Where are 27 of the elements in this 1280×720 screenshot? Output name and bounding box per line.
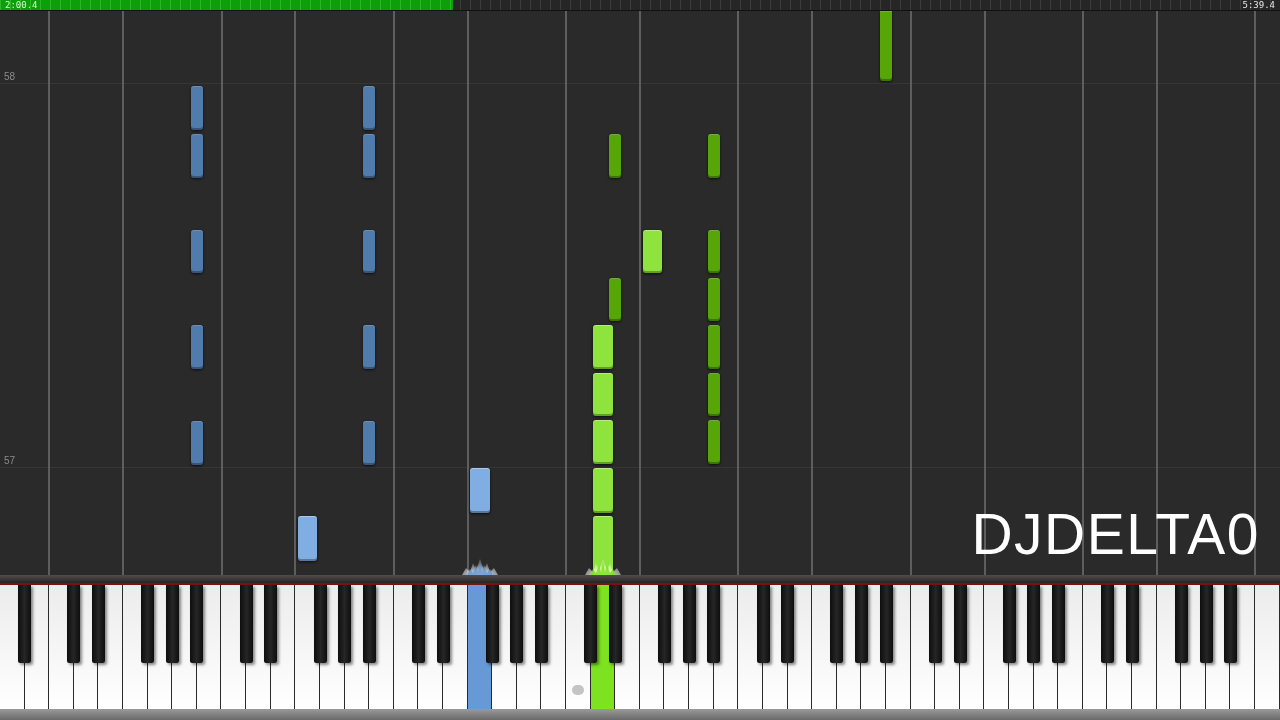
overlay-title: DJDELTA0 (971, 506, 1260, 563)
falling-note (707, 134, 720, 178)
falling-note (609, 134, 622, 178)
falling-note (190, 421, 203, 465)
falling-note (363, 325, 376, 369)
falling-note (707, 230, 720, 273)
falling-note (190, 86, 203, 130)
total-time: 5:39.4 (1242, 0, 1275, 10)
falling-note (707, 325, 720, 369)
falling-note (190, 134, 203, 178)
falling-note (190, 325, 203, 369)
falling-note (707, 373, 720, 416)
falling-note (363, 421, 376, 465)
falling-note (707, 420, 720, 464)
spark-icon (585, 559, 622, 575)
falling-note (880, 11, 893, 81)
progress-track[interactable]: 2:00.4 5:39.4 (0, 0, 1280, 11)
measure-number: 57 (4, 455, 16, 466)
falling-note (363, 86, 376, 130)
falling-note (363, 230, 376, 273)
falling-note (609, 278, 622, 321)
falling-note (707, 278, 720, 321)
measure-number: 58 (4, 71, 16, 82)
falling-note (363, 134, 376, 178)
spark-icon (462, 559, 498, 575)
falling-note (190, 230, 203, 273)
elapsed-time: 2:00.4 (5, 0, 38, 10)
